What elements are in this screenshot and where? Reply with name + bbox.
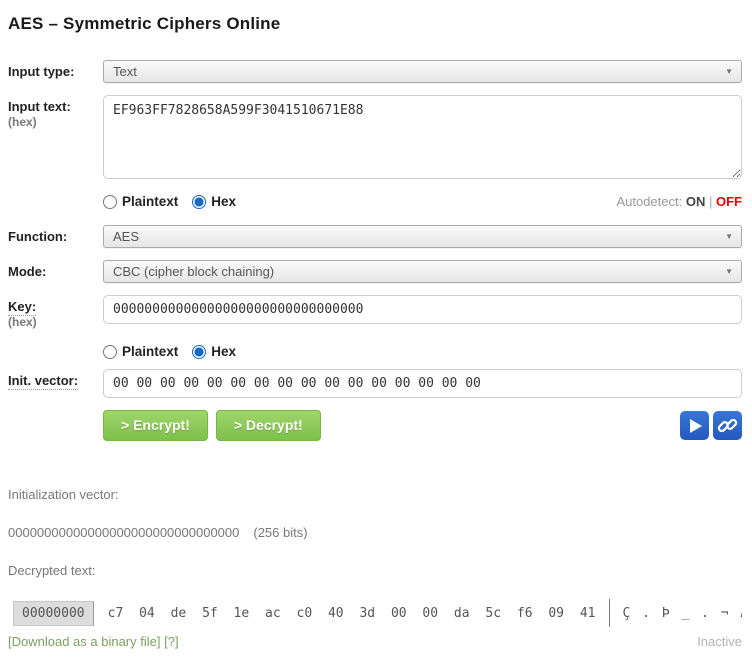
key-format-row: Plaintext Hex xyxy=(103,344,742,359)
function-label: Function: xyxy=(8,229,67,244)
input-format-row: Plaintext Hex Autodetect: ON | OFF xyxy=(103,194,742,209)
radio-unchecked-icon[interactable] xyxy=(103,345,117,359)
chevron-down-icon: ▼ xyxy=(725,61,733,83)
autodetect-label: Autodetect: xyxy=(616,194,682,209)
function-row: Function: AES ▼ xyxy=(8,225,742,248)
input-format-plaintext-option[interactable]: Plaintext xyxy=(103,194,178,209)
input-type-row: Input type: Text ▼ xyxy=(8,60,742,83)
key-row: Key: (hex) xyxy=(8,295,742,329)
mode-value: CBC (cipher block chaining) xyxy=(113,264,274,279)
icon-buttons xyxy=(676,411,742,440)
run-button[interactable] xyxy=(680,411,709,440)
key-sublabel: (hex) xyxy=(8,315,37,329)
input-type-select[interactable]: Text ▼ xyxy=(103,60,742,83)
radio-checked-icon[interactable] xyxy=(192,345,206,359)
link-icon xyxy=(717,415,738,436)
key-format-hex-label: Hex xyxy=(211,344,236,359)
hexdump-offset: 00000000 xyxy=(13,601,94,626)
hexdump-ascii: Ç . Þ _ . ¬ À @ = . . Ú \ ö . A xyxy=(622,606,742,621)
key-format-plaintext-option[interactable]: Plaintext xyxy=(103,344,178,359)
mode-label: Mode: xyxy=(8,264,46,279)
download-binary-link[interactable]: [Download as a binary file] xyxy=(8,634,160,649)
input-format-hex-label: Hex xyxy=(211,194,236,209)
encrypt-button[interactable]: > Encrypt! xyxy=(103,410,208,441)
key-input[interactable] xyxy=(103,295,742,324)
action-buttons-row: > Encrypt! > Decrypt! xyxy=(103,410,742,441)
chevron-down-icon: ▼ xyxy=(725,226,733,248)
input-text-label: Input text: xyxy=(8,99,71,114)
init-vector-label: Init. vector: xyxy=(8,373,78,390)
radio-checked-icon[interactable] xyxy=(192,195,206,209)
input-type-label: Input type: xyxy=(8,64,74,79)
function-value: AES xyxy=(113,229,139,244)
iv-output-label: Initialization vector: xyxy=(8,487,742,502)
iv-bits: (256 bits) xyxy=(253,525,307,540)
decrypted-text-label: Decrypted text: xyxy=(8,563,742,578)
init-vector-row: Init. vector: xyxy=(8,369,742,398)
page-title: AES – Symmetric Ciphers Online xyxy=(8,14,742,34)
init-vector-input[interactable] xyxy=(103,369,742,398)
input-text-area[interactable]: EF963FF7828658A599F3041510671E88 xyxy=(103,95,742,179)
hexdump-row: 00000000 c7 04 de 5f 1e ac c0 40 3d 00 0… xyxy=(13,599,742,627)
input-type-value: Text xyxy=(113,64,137,79)
autodetect-control: Autodetect: ON | OFF xyxy=(616,194,742,209)
key-format-hex-option[interactable]: Hex xyxy=(192,344,236,359)
help-link[interactable]: [?] xyxy=(164,634,178,649)
mode-select[interactable]: CBC (cipher block chaining) ▼ xyxy=(103,260,742,283)
autodetect-separator: | xyxy=(709,194,712,209)
input-text-row: Input text: (hex) EF963FF7828658A599F304… xyxy=(8,95,742,184)
autodetect-on-link[interactable]: ON xyxy=(686,194,706,209)
chevron-down-icon: ▼ xyxy=(725,261,733,283)
radio-unchecked-icon[interactable] xyxy=(103,195,117,209)
play-icon xyxy=(690,419,702,433)
mode-row: Mode: CBC (cipher block chaining) ▼ xyxy=(8,260,742,283)
hexdump-bytes: c7 04 de 5f 1e ac c0 40 3d 00 00 da 5c f… xyxy=(108,606,596,621)
input-text-sublabel: (hex) xyxy=(8,115,37,129)
input-format-plaintext-label: Plaintext xyxy=(122,194,178,209)
input-format-hex-option[interactable]: Hex xyxy=(192,194,236,209)
key-format-plaintext-label: Plaintext xyxy=(122,344,178,359)
key-label: Key: xyxy=(8,299,36,316)
autodetect-off-link[interactable]: OFF xyxy=(716,194,742,209)
decrypt-button[interactable]: > Decrypt! xyxy=(216,410,321,441)
iv-output-value-row: 00000000000000000000000000000000 (256 bit… xyxy=(8,525,742,540)
iv-output-value: 00000000000000000000000000000000 xyxy=(8,525,239,540)
footer-row: [Download as a binary file] [?] Inactive xyxy=(8,634,742,649)
permalink-button[interactable] xyxy=(713,411,742,440)
download-links: [Download as a binary file] [?] xyxy=(8,634,179,649)
function-select[interactable]: AES ▼ xyxy=(103,225,742,248)
status-text: Inactive xyxy=(697,634,742,649)
aes-tool-page: AES – Symmetric Ciphers Online Input typ… xyxy=(0,14,752,649)
hexdump-separator xyxy=(609,599,610,627)
